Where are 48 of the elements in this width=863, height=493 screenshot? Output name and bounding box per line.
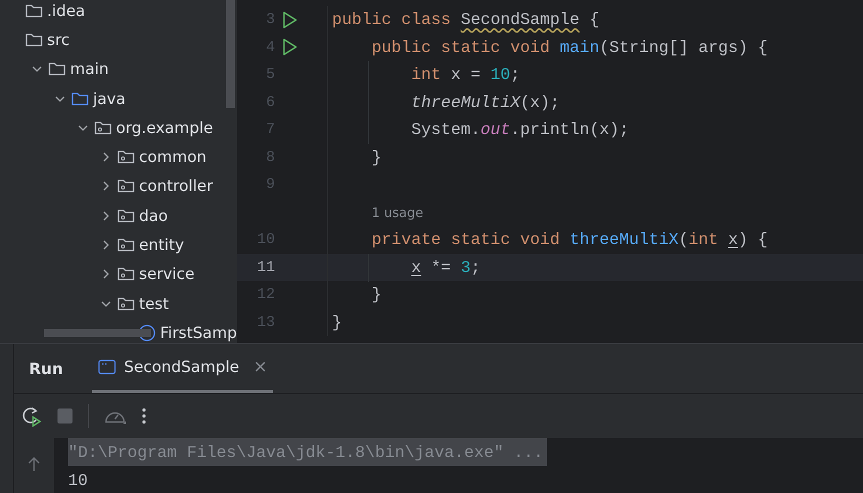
tree-item[interactable]: org.example <box>116 118 214 137</box>
tree-item[interactable]: src <box>47 30 70 49</box>
package-folder-icon <box>117 296 135 312</box>
folder-icon <box>25 2 43 19</box>
rerun-icon[interactable] <box>20 405 42 427</box>
code-line: } <box>332 312 342 332</box>
tree-item[interactable]: common <box>139 148 207 166</box>
tree-item[interactable]: service <box>139 265 195 284</box>
code-line: System.out.println(x); <box>410 120 630 140</box>
package-folder-icon <box>117 178 135 194</box>
code-line: threeMultiX(x); <box>410 92 560 112</box>
tree-item[interactable]: .idea <box>47 2 86 20</box>
more-icon[interactable] <box>141 407 147 425</box>
scrollbar[interactable] <box>226 0 235 108</box>
usage-hint[interactable]: 1 usage <box>372 206 424 221</box>
tree-item[interactable]: test <box>139 294 169 313</box>
close-icon[interactable]: × <box>253 357 268 377</box>
tree-item[interactable]: controller <box>139 177 213 196</box>
code-line: x *= 3; <box>410 258 481 277</box>
scroll-up-icon[interactable] <box>27 456 41 472</box>
package-folder-icon <box>117 237 135 254</box>
tree-item[interactable]: dao <box>139 206 168 225</box>
scrollbar[interactable] <box>44 329 151 337</box>
folder-icon <box>71 90 89 107</box>
console-line: 10 <box>68 470 88 490</box>
tree-item[interactable]: FirstSamp <box>160 324 237 342</box>
code-line: int x = 10; <box>410 65 520 84</box>
package-folder-icon <box>117 266 135 282</box>
package-folder-icon <box>117 208 135 224</box>
code-line: public class SecondSample { <box>332 10 600 30</box>
tree-item[interactable]: main <box>70 60 109 78</box>
code-line: public static void main(String[] args) { <box>370 38 768 57</box>
window-icon <box>98 359 116 375</box>
package-folder-icon <box>94 120 112 136</box>
folder-icon <box>48 61 66 78</box>
package-folder-icon <box>117 149 135 166</box>
run-tab[interactable]: SecondSample × <box>92 344 274 393</box>
line-number: 11 <box>256 258 275 276</box>
console-line: "D:\Program Files\Java\jdk-1.8\bin\java.exe" ... <box>68 442 544 462</box>
folder-icon <box>25 32 43 48</box>
run-icon[interactable] <box>282 38 298 56</box>
panel-title: Run <box>28 360 64 378</box>
code-line: } <box>370 285 382 304</box>
code-line: } <box>370 148 382 167</box>
tree-item[interactable]: entity <box>139 236 184 254</box>
tree-item[interactable]: java <box>93 90 126 108</box>
run-icon[interactable] <box>282 10 298 29</box>
code-line: private static void threeMultiX(int x) { <box>370 230 768 250</box>
